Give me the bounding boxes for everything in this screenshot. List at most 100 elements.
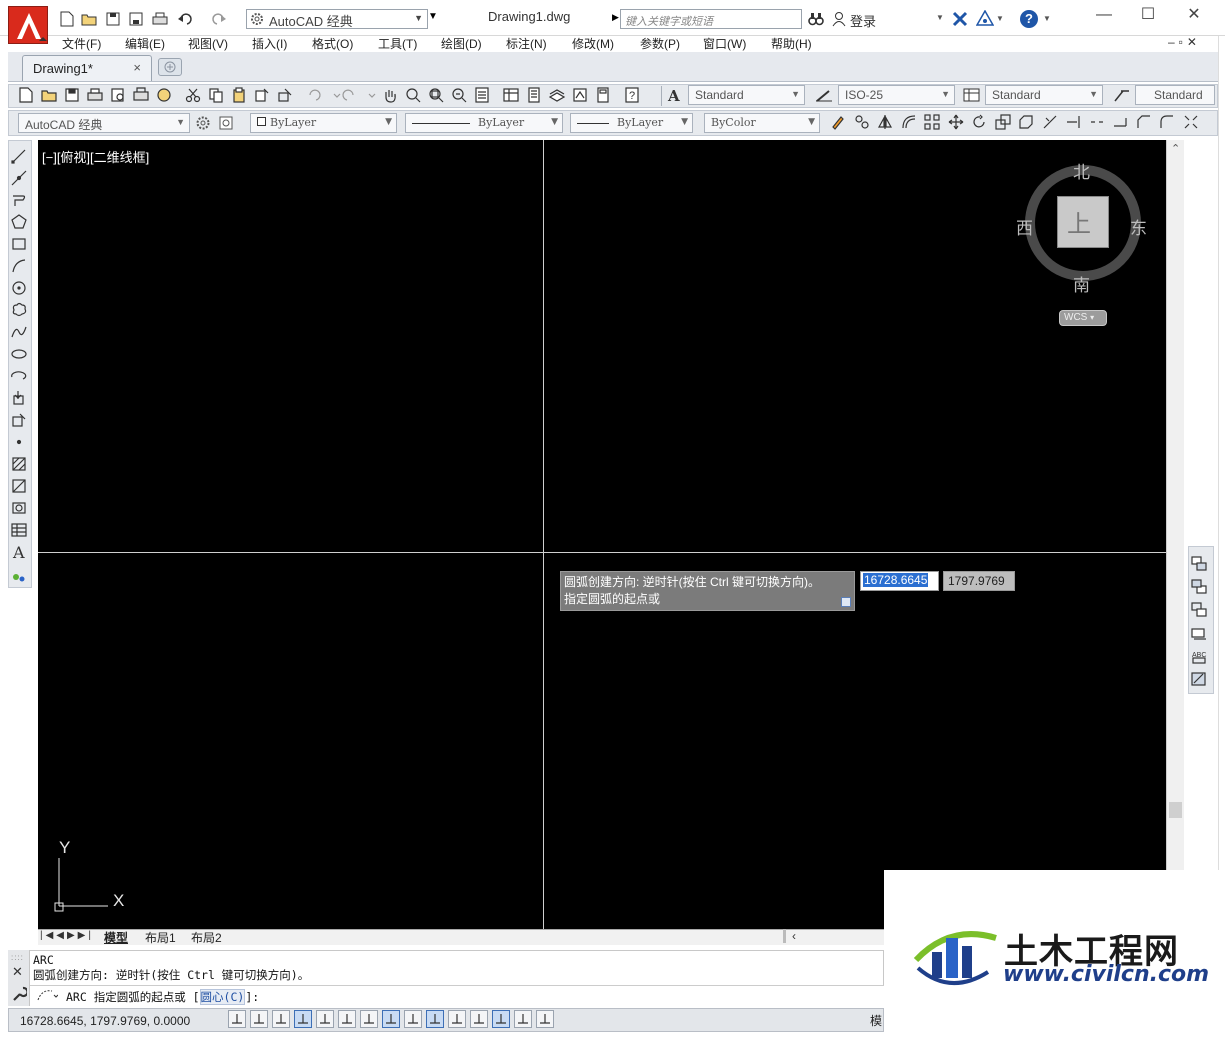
mleader-style-combo[interactable]: Standard [1135, 85, 1215, 105]
compass-south[interactable]: 南 [1073, 271, 1090, 296]
save-icon[interactable] [64, 87, 80, 103]
insert-block-icon[interactable] [11, 390, 27, 406]
copy-icon[interactable] [208, 87, 224, 103]
menu-window[interactable]: 窗口(W) [703, 35, 746, 52]
login-dropdown-icon[interactable]: ▼ [936, 13, 944, 22]
tab-model[interactable]: 模型 [104, 929, 128, 946]
workspace-combo[interactable]: AutoCAD 经典 ▼ [246, 9, 428, 29]
a360-icon[interactable] [976, 10, 994, 26]
spline-icon[interactable] [11, 324, 27, 340]
help-dropdown-icon[interactable]: ▼ [1043, 14, 1051, 23]
snap-mode-icon[interactable] [250, 1010, 268, 1028]
offset-icon[interactable] [901, 114, 917, 130]
break-icon[interactable] [1089, 114, 1105, 130]
workspace-combo-2[interactable]: AutoCAD 经典 ▼ [18, 113, 190, 133]
a360-dropdown-icon[interactable]: ▼ [996, 14, 1004, 23]
menu-edit[interactable]: 编辑(E) [125, 35, 165, 52]
tab-close-icon[interactable]: × [133, 60, 141, 75]
point-icon[interactable] [11, 434, 27, 450]
command-close-icon[interactable]: ✕ [12, 964, 23, 980]
tab-drawing1[interactable]: Drawing1* × [22, 55, 152, 81]
construction-line-icon[interactable] [11, 170, 27, 186]
fillet-icon[interactable] [1159, 114, 1175, 130]
zoom-previous-icon[interactable] [451, 87, 467, 103]
layer-properties-icon[interactable] [218, 115, 234, 131]
help-icon[interactable]: ? [624, 87, 640, 103]
menu-insert[interactable]: 插入(I) [252, 35, 287, 52]
open-icon[interactable] [41, 87, 57, 103]
transparency-icon[interactable] [470, 1010, 488, 1028]
polyline-icon[interactable] [11, 192, 27, 208]
redo-dropdown-icon[interactable] [364, 87, 380, 103]
join-icon[interactable] [1112, 114, 1128, 130]
revision-cloud-icon[interactable] [11, 302, 27, 318]
calculator-icon[interactable] [595, 87, 611, 103]
workspace-settings-icon[interactable] [195, 115, 211, 131]
line-icon[interactable] [11, 148, 27, 164]
trim-icon[interactable] [1042, 114, 1058, 130]
pan-icon[interactable] [382, 87, 398, 103]
text-style-icon[interactable]: A [667, 87, 683, 103]
print-icon[interactable] [87, 87, 103, 103]
region-icon[interactable] [11, 500, 27, 516]
help-icon[interactable]: ? [1020, 10, 1038, 28]
block-editor-icon[interactable] [277, 87, 293, 103]
infer-constraints-icon[interactable] [228, 1010, 246, 1028]
status-model-space[interactable]: 模 [870, 1012, 882, 1029]
wcs-menu[interactable]: WCS ▾ [1059, 310, 1107, 326]
design-center-icon[interactable] [503, 87, 519, 103]
array-icon[interactable] [924, 114, 940, 130]
menu-view[interactable]: 视图(V) [188, 35, 228, 52]
publish-icon[interactable] [133, 87, 149, 103]
text-to-front-icon[interactable]: ABC [1191, 648, 1207, 664]
text-style-combo[interactable]: Standard ▼ [688, 85, 805, 105]
hatch-icon[interactable] [11, 456, 27, 472]
gradient-icon[interactable] [11, 478, 27, 494]
undo-icon[interactable] [306, 87, 322, 103]
scroll-up-icon[interactable]: ⌃ [1171, 142, 1180, 155]
match-properties-brush-icon[interactable] [830, 114, 846, 130]
login-label[interactable]: 登录 [850, 11, 876, 30]
maximize-button[interactable]: ☐ [1134, 4, 1162, 28]
binoculars-icon[interactable] [808, 11, 824, 27]
lineweight-combo[interactable]: ByLayer ▼ [570, 113, 693, 133]
layer-combo[interactable]: ByLayer ▼ [250, 113, 397, 133]
menu-modify[interactable]: 修改(M) [572, 35, 614, 52]
mirror-icon[interactable] [877, 114, 893, 130]
new-icon[interactable] [18, 87, 34, 103]
compass-west[interactable]: 西 [1016, 214, 1033, 239]
bring-to-front-icon[interactable] [1191, 556, 1207, 572]
tooltip-expand-icon[interactable] [841, 597, 851, 607]
scroll-left-icon[interactable]: ‹ [792, 929, 796, 943]
menu-file[interactable]: 文件(F) [62, 35, 101, 52]
undo-icon[interactable] [176, 10, 194, 28]
menu-parametric[interactable]: 参数(P) [640, 35, 680, 52]
tab-layout2[interactable]: 布局2 [191, 929, 222, 946]
scrollbar-thumb[interactable] [1169, 802, 1182, 818]
print-icon[interactable] [151, 10, 169, 28]
lineweight-icon[interactable] [448, 1010, 466, 1028]
quick-properties-icon[interactable] [492, 1010, 510, 1028]
table-icon[interactable] [11, 522, 27, 538]
chamfer-icon[interactable] [1136, 114, 1152, 130]
coordinate-readout[interactable]: 16728.6645, 1797.9769, 0.0000 [20, 1014, 190, 1028]
menu-dimension[interactable]: 标注(N) [506, 35, 547, 52]
layout-nav-buttons[interactable]: |◀◀▶▶| [40, 930, 94, 941]
send-to-back-icon[interactable] [1191, 579, 1207, 595]
make-block-icon[interactable] [11, 412, 27, 428]
command-grip-icon[interactable]: :::: [11, 953, 24, 962]
dim-style-combo[interactable]: ISO-25 ▼ [838, 85, 955, 105]
rotate-icon[interactable] [971, 114, 987, 130]
menu-help[interactable]: 帮助(H) [771, 35, 812, 52]
rectangle-icon[interactable] [11, 236, 27, 252]
dynamic-ucs-icon[interactable] [404, 1010, 422, 1028]
plotstyle-combo[interactable]: ByColor ▼ [704, 113, 820, 133]
autocad-logo-icon[interactable] [8, 6, 48, 44]
sheet-set-icon[interactable] [549, 87, 565, 103]
markup-icon[interactable] [572, 87, 588, 103]
table-style-combo[interactable]: Standard ▼ [985, 85, 1103, 105]
redo-icon[interactable] [210, 10, 228, 28]
search-input[interactable]: 键入关键字或短语 [620, 9, 802, 29]
stretch-icon[interactable] [1018, 114, 1034, 130]
send-under-icon[interactable] [1191, 625, 1207, 641]
